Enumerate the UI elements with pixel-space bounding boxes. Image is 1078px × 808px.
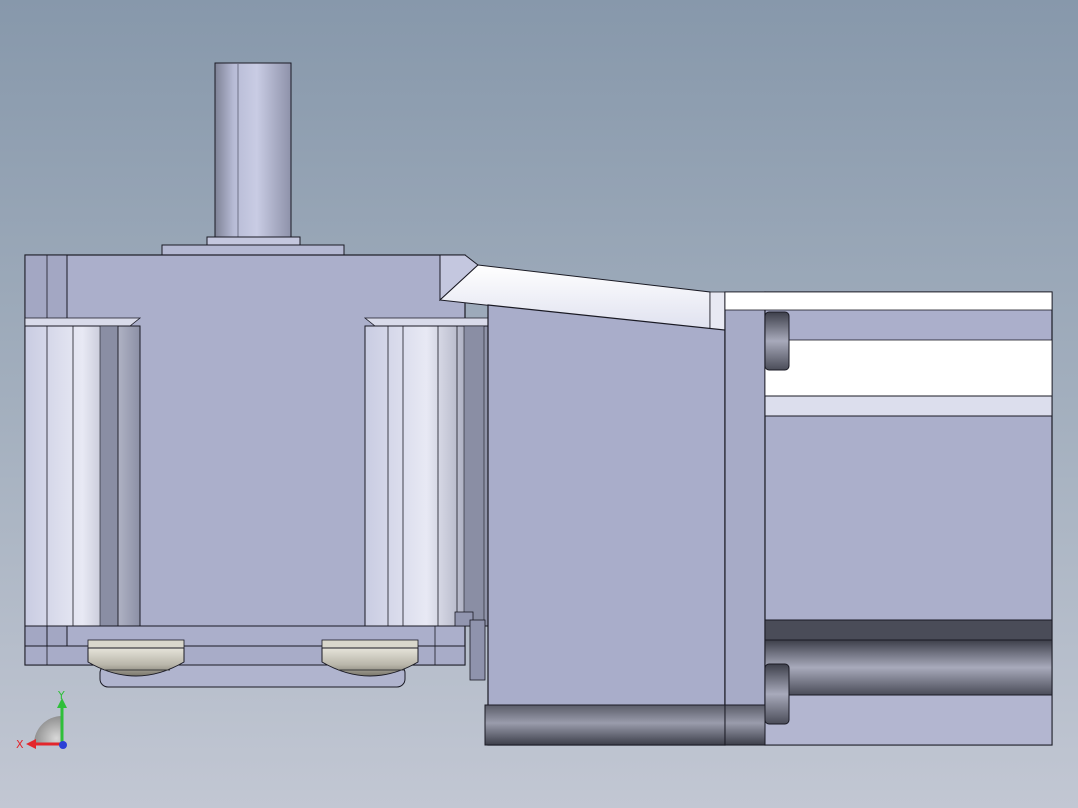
- motor-body[interactable]: [724, 291, 1053, 746]
- shaft-flange: [161, 244, 345, 256]
- orientation-triad[interactable]: Y X: [16, 689, 67, 751]
- triad-plane: [34, 716, 62, 744]
- shaft-collar: [206, 236, 301, 246]
- x-axis-arrow-head: [26, 739, 36, 749]
- output-shaft[interactable]: [214, 62, 292, 244]
- gearbox-housing[interactable]: [24, 62, 489, 666]
- left-slot: [24, 325, 141, 627]
- x-axis-label: X: [16, 738, 24, 751]
- z-axis-dot: [59, 741, 67, 749]
- graphics-viewport[interactable]: Y X: [0, 0, 1078, 808]
- y-axis-label: Y: [57, 689, 65, 702]
- cad-model-view[interactable]: Y X: [0, 0, 1078, 808]
